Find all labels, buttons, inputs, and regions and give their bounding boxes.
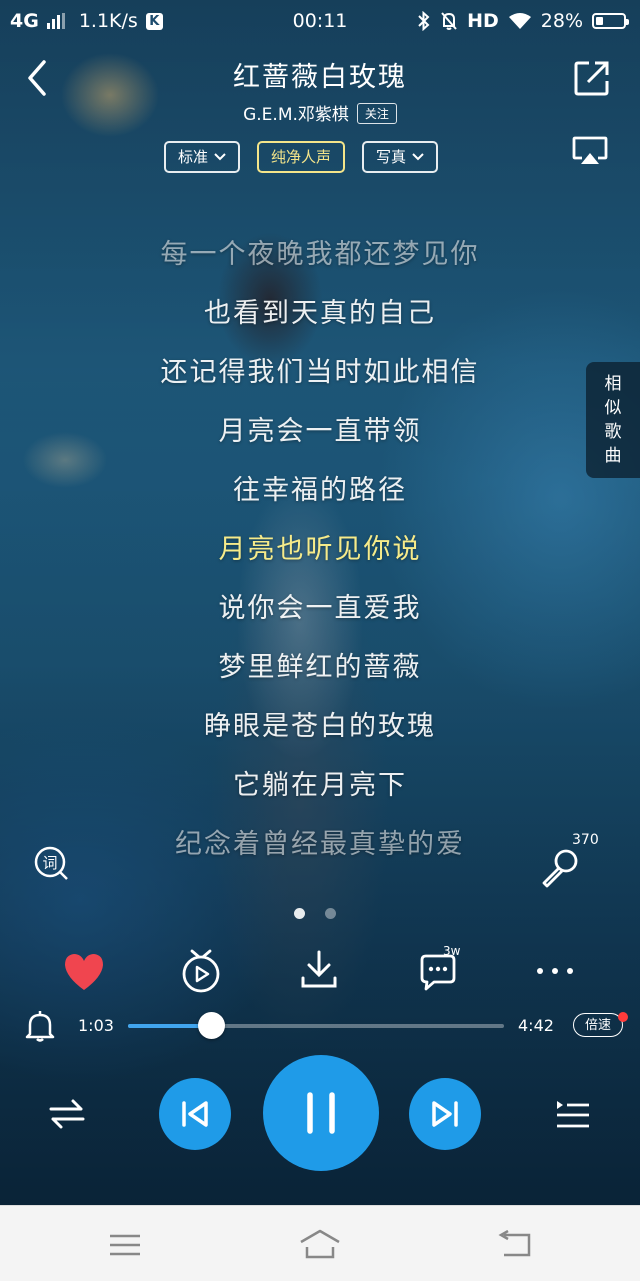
playback-speed-button[interactable]: 倍速 xyxy=(573,1013,623,1037)
lyric-line: 说你会一直爱我 xyxy=(218,593,422,624)
previous-icon xyxy=(182,1101,208,1127)
mute-bell-icon xyxy=(441,12,457,30)
page-dot xyxy=(325,908,336,919)
previous-button[interactable] xyxy=(159,1078,231,1150)
lyrics-settings-icon[interactable]: 词 xyxy=(33,845,69,881)
playlist-icon[interactable] xyxy=(553,1097,591,1131)
status-bar: 4G 1.1K/s K 00:11 HD 28% xyxy=(0,0,640,42)
audio-mode-chips: 标准 纯净人声 写真 xyxy=(164,141,439,173)
lyric-line: 每一个夜晚我都还梦见你 xyxy=(160,239,480,270)
lyric-line: 梦里鲜红的蔷薇 xyxy=(218,652,422,683)
play-pause-button[interactable] xyxy=(263,1055,379,1171)
karaoke-count: 370 xyxy=(572,832,599,848)
heart-icon xyxy=(65,954,103,990)
quality-chip[interactable]: 标准 xyxy=(164,141,241,173)
battery-icon xyxy=(592,13,629,29)
similar-songs-char: 似 xyxy=(604,398,622,418)
photo-chip[interactable]: 写真 xyxy=(362,141,439,173)
pure-vocal-chip-label: 纯净人声 xyxy=(271,148,332,166)
lyric-line: 还记得我们当时如此相信 xyxy=(160,357,480,388)
comment-count: 3w xyxy=(443,944,461,958)
battery-percent: 28% xyxy=(540,10,583,32)
lyric-line: 睁眼是苍白的玫瑰 xyxy=(204,711,436,742)
progress-track[interactable] xyxy=(128,1024,504,1028)
system-nav-bar xyxy=(0,1205,640,1281)
page-indicator xyxy=(294,908,336,919)
page-dot-active xyxy=(294,908,305,919)
next-icon xyxy=(432,1101,458,1127)
download-icon xyxy=(301,950,337,988)
action-row xyxy=(0,948,640,996)
more-button[interactable] xyxy=(534,948,576,996)
pause-icon xyxy=(307,1092,335,1134)
download-button[interactable] xyxy=(300,948,338,996)
lyric-line: 也看到天真的自己 xyxy=(204,298,436,329)
quality-chip-label: 标准 xyxy=(178,148,209,166)
karaoke-mic-icon[interactable] xyxy=(539,846,581,888)
menu-icon[interactable] xyxy=(108,1233,142,1257)
current-lyric-line: 月亮也听见你说 xyxy=(218,534,422,565)
lyric-line: 它躺在月亮下 xyxy=(233,770,407,801)
lyrics-panel[interactable]: 每一个夜晚我都还梦见你 也看到天真的自己 还记得我们当时如此相信 月亮会一直带领… xyxy=(0,232,640,881)
radio-button[interactable] xyxy=(180,948,222,996)
chevron-down-icon xyxy=(214,153,226,161)
notification-dot xyxy=(618,1012,628,1022)
song-title: 红蔷薇白玫瑰 xyxy=(233,62,407,93)
next-button[interactable] xyxy=(409,1078,481,1150)
lyric-line: 月亮会一直带领 xyxy=(218,416,422,447)
chevron-down-icon xyxy=(412,153,424,161)
hd-indicator: HD xyxy=(467,10,499,32)
lyric-line: 往幸福的路径 xyxy=(233,475,407,506)
artist-name[interactable]: G.E.M.邓紫棋 xyxy=(243,105,349,125)
cast-icon[interactable] xyxy=(572,136,608,166)
similar-songs-char: 曲 xyxy=(604,446,622,466)
current-time: 1:03 xyxy=(78,1016,114,1035)
share-icon[interactable] xyxy=(574,60,610,96)
home-icon[interactable] xyxy=(298,1228,342,1260)
alarm-bell-icon[interactable] xyxy=(25,1010,55,1042)
like-button[interactable] xyxy=(62,948,106,996)
bluetooth-icon xyxy=(418,11,430,31)
total-time: 4:42 xyxy=(518,1016,554,1035)
artist-row: G.E.M.邓紫棋 关注 xyxy=(0,100,640,125)
pure-vocal-chip[interactable]: 纯净人声 xyxy=(257,141,346,173)
similar-songs-char: 相 xyxy=(604,374,622,394)
back-nav-icon[interactable] xyxy=(498,1230,532,1258)
more-icon xyxy=(537,968,573,974)
follow-button[interactable]: 关注 xyxy=(356,103,397,124)
similar-songs-char: 歌 xyxy=(604,422,622,442)
svg-text:词: 词 xyxy=(42,854,57,872)
wifi-icon xyxy=(508,13,531,29)
similar-songs-tab[interactable]: 相 似 歌 曲 xyxy=(586,362,640,478)
radio-icon xyxy=(182,949,220,993)
shuffle-icon[interactable] xyxy=(48,1098,86,1130)
photo-chip-label: 写真 xyxy=(376,148,407,166)
